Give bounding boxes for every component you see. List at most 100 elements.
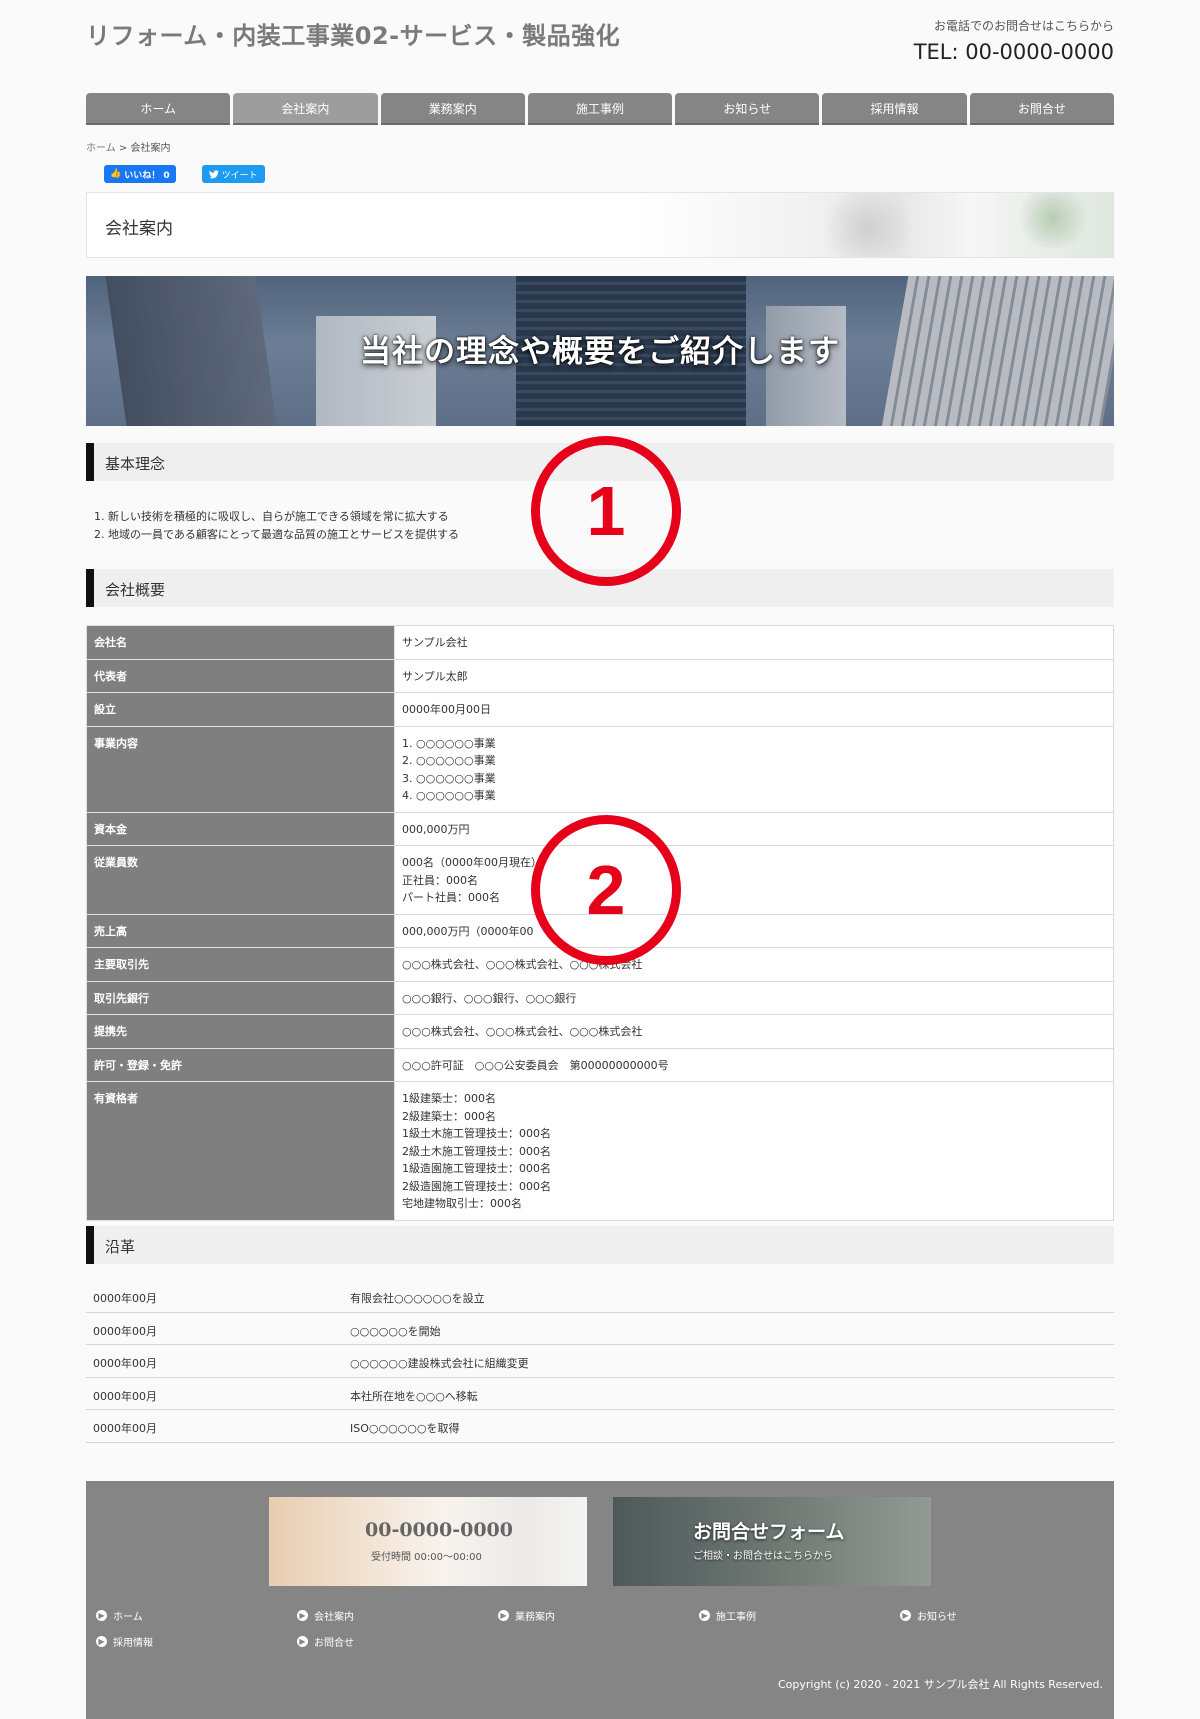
table-value-cell: 000名（0000年00月現在） 正社員：000名パート社員：000名: [394, 845, 1114, 915]
nav-item-services[interactable]: 業務案内: [380, 93, 525, 123]
table-row: 設立 0000年00月00日: [86, 692, 1114, 727]
table-value-cell: ○○○株式会社、○○○株式会社、○○○株式会社: [394, 947, 1114, 982]
arrow-circle-icon: ▶: [96, 1636, 107, 1647]
nav-item-home[interactable]: ホーム: [86, 93, 231, 123]
table-value-line: 1級建築士：000名: [402, 1092, 496, 1105]
table-value-line: 2. ○○○○○○事業: [402, 754, 496, 767]
overview-heading: 会社概要: [105, 581, 166, 599]
footer-link[interactable]: ▶ 業務案内: [498, 1608, 699, 1623]
footer-link[interactable]: ▶ ホーム: [96, 1608, 297, 1623]
table-key-cell: 許可・登録・免許: [86, 1047, 395, 1082]
history-heading: 沿革: [105, 1238, 136, 1256]
history-text: ISO○○○○○○を取得: [350, 1422, 460, 1436]
footer-link[interactable]: ▶ 会社案内: [297, 1608, 498, 1623]
arrow-circle-icon: ▶: [297, 1636, 308, 1647]
table-value-line: ○○○株式会社、○○○株式会社、○○○株式会社: [402, 1025, 643, 1038]
table-key-cell: 資本金: [86, 811, 395, 846]
history-row: 0000年00月 ○○○○○○建設株式会社に組織変更: [86, 1345, 1114, 1378]
history-list: 0000年00月 有限会社○○○○○○を設立 0000年00月 ○○○○○○を開始 00…: [86, 1280, 1114, 1443]
history-text: ○○○○○○建設株式会社に組織変更: [350, 1357, 529, 1371]
table-value-line: ○○○銀行、○○○銀行、○○○銀行: [402, 991, 577, 1005]
phone-banner[interactable]: 00-0000-0000 受付時間 00:00～00:00: [269, 1497, 587, 1586]
numbered-marker-1: 1: [531, 436, 681, 586]
table-key-cell: 取引先銀行: [86, 980, 395, 1015]
footer-link[interactable]: ▶ 採用情報: [96, 1634, 297, 1649]
history-date: 0000年00月: [93, 1422, 157, 1436]
table-value-cell: 000,000万円（0000年00: [394, 913, 1114, 948]
page-title-decoration: [633, 193, 1113, 257]
table-value-line: パート社員：000名: [402, 891, 500, 904]
table-value-line: 宅地建物取引士：000名: [402, 1197, 522, 1210]
breadcrumb-home[interactable]: ホーム: [86, 143, 116, 154]
arrow-circle-icon: ▶: [900, 1610, 911, 1621]
nav-item-news[interactable]: お知らせ: [675, 93, 820, 123]
table-value-line: 0000年00月00日: [402, 703, 491, 716]
table-row: 取引先銀行 ○○○銀行、○○○銀行、○○○銀行: [86, 980, 1114, 1015]
social-buttons: 👍 いいね！ 0 ツイート: [104, 165, 265, 183]
history-row: 0000年00月 ○○○○○○を開始: [86, 1313, 1114, 1346]
footer: 00-0000-0000 受付時間 00:00～00:00 お問合せフォーム ご…: [86, 1481, 1114, 1719]
table-value-cell: サンプル会社: [394, 625, 1114, 660]
table-value-line: 000名（0000年00月現在）: [402, 856, 542, 869]
thumbs-up-icon: 👍: [110, 169, 122, 179]
table-key-cell: 設立: [86, 692, 395, 727]
table-value-cell: ○○○銀行、○○○銀行、○○○銀行: [394, 980, 1114, 1015]
hero-text: 当社の理念や概要をご紹介します: [360, 334, 840, 370]
site-title[interactable]: リフォーム・内装工事業02-サービス・製品強化: [86, 16, 620, 51]
history-date: 0000年00月: [93, 1357, 157, 1371]
list-item: 2. 地域の一員である顧客にとって最適な品質の施工とサービスを提供する: [94, 528, 459, 541]
table-value-cell: 000,000万円: [394, 811, 1114, 846]
history-text: ○○○○○○を開始: [350, 1324, 441, 1338]
philosophy-heading: 基本理念: [105, 455, 166, 473]
arrow-circle-icon: ▶: [498, 1610, 509, 1621]
table-value-line: 1級造園施工管理技士：000名: [402, 1162, 551, 1175]
breadcrumb: ホーム > 会社案内: [86, 139, 170, 154]
page-title-box: 会社案内: [86, 192, 1114, 258]
table-key-cell: 従業員数: [86, 845, 395, 915]
footer-link[interactable]: ▶ お問合せ: [297, 1634, 498, 1649]
page-title: 会社案内: [105, 219, 173, 239]
global-nav: ホーム 会社案内 業務案内 施工事例 お知らせ 採用情報 お問合せ: [86, 93, 1114, 123]
footer-link-label: お問合せ: [314, 1638, 354, 1649]
history-text: 本社所在地を○○○へ移転: [350, 1389, 478, 1403]
footer-link-label: お知らせ: [917, 1612, 957, 1623]
table-value-line: 正社員：000名: [402, 873, 478, 887]
banner-form-sub: ご相談・お問合せはこちらから: [693, 1551, 833, 1562]
history-date: 0000年00月: [93, 1292, 157, 1305]
table-value-cell: サンプル太郎: [394, 658, 1114, 693]
history-date: 0000年00月: [93, 1324, 157, 1338]
table-value-line: ○○○株式会社、○○○株式会社、○○○株式会社: [402, 958, 643, 971]
footer-link[interactable]: ▶ 施工事例: [699, 1608, 900, 1623]
table-value-line: 3. ○○○○○○事業: [402, 771, 496, 785]
like-label: いいね！ 0: [124, 170, 170, 181]
arrow-circle-icon: ▶: [96, 1610, 107, 1621]
nav-item-company[interactable]: 会社案内: [233, 93, 378, 123]
table-value-line: 4. ○○○○○○事業: [402, 789, 496, 802]
table-row: 提携先 ○○○株式会社、○○○株式会社、○○○株式会社: [86, 1014, 1114, 1049]
facebook-like-button[interactable]: 👍 いいね！ 0: [104, 165, 176, 183]
footer-link-label: 採用情報: [113, 1638, 153, 1649]
tweet-button[interactable]: ツイート: [201, 165, 265, 183]
nav-item-recruit[interactable]: 採用情報: [822, 93, 967, 123]
table-value-line: サンプル会社: [402, 636, 468, 649]
table-value-line: 2級造園施工管理技士：000名: [402, 1179, 551, 1193]
banner-tel-hours: 受付時間 00:00～00:00: [371, 1552, 482, 1563]
footer-link[interactable]: ▶ お知らせ: [900, 1608, 1101, 1623]
table-value-line: ○○○許可証 ○○○公安委員会 第00000000000号: [402, 1058, 669, 1072]
nav-item-contact[interactable]: お問合せ: [969, 93, 1114, 123]
copyright: Copyright (c) 2020 - 2021 サンプル会社 All Rig…: [777, 1678, 1103, 1691]
history-text: 有限会社○○○○○○を設立: [350, 1292, 485, 1305]
contact-form-banner[interactable]: お問合せフォーム ご相談・お問合せはこちらから: [613, 1497, 931, 1586]
table-row: 有資格者 1級建築士：000名 2級建築士：000名 1級土木施工管理技士：000名 2…: [86, 1081, 1114, 1221]
breadcrumb-current: 会社案内: [130, 143, 171, 154]
header-tel: TEL: 00-0000-0000: [913, 40, 1114, 64]
tweet-label: ツイート: [221, 170, 258, 181]
table-key-cell: 主要取引先: [86, 947, 395, 982]
footer-link-label: 会社案内: [314, 1612, 354, 1623]
history-row: 0000年00月 本社所在地を○○○へ移転: [86, 1378, 1114, 1411]
table-value-cell: 1級建築士：000名 2級建築士：000名 1級土木施工管理技士：000名 2級土木施…: [394, 1081, 1114, 1221]
nav-item-works[interactable]: 施工事例: [527, 93, 673, 123]
list-item: 1. 新しい技術を積極的に吸収し、自らが施工できる領域を常に拡大する: [94, 510, 449, 523]
table-key-cell: 代表者: [86, 658, 395, 693]
table-row: 事業内容 1. ○○○○○○事業 2. ○○○○○○事業 3. ○○○○○○事業 4. …: [86, 725, 1114, 813]
